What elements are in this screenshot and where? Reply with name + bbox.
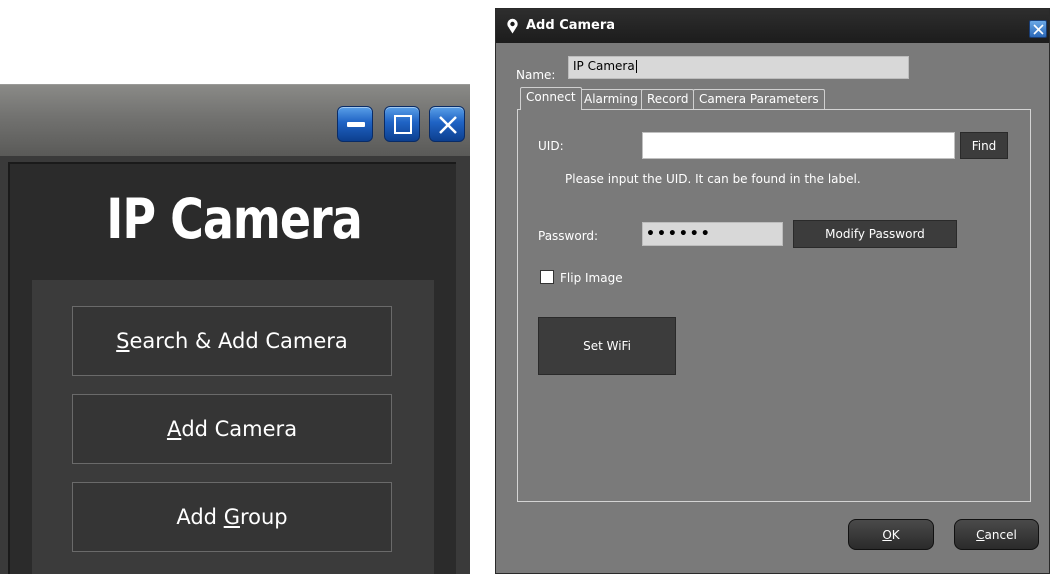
add-group-button[interactable]: Add Group <box>72 482 392 552</box>
password-label: Password: <box>538 229 599 243</box>
flip-image-checkbox[interactable] <box>540 270 554 284</box>
button-mnemonic: G <box>223 505 240 529</box>
uid-hint: Please input the UID. It can be found in… <box>565 172 861 186</box>
text-caret <box>635 60 637 73</box>
search-add-camera-button[interactable]: Search & Add Camera <box>72 306 392 376</box>
maximize-button[interactable] <box>384 106 420 142</box>
uid-input[interactable] <box>642 132 955 159</box>
dialog-title: Add Camera <box>526 18 616 33</box>
add-camera-dialog: Add Camera Name: IP Camera Connect Alarm… <box>495 8 1050 574</box>
main-button-panel: Search & Add Camera Add Camera Add Group <box>32 280 434 574</box>
button-mnemonic: S <box>116 329 130 353</box>
button-mnemonic: O <box>882 527 892 542</box>
button-label-suffix: ancel <box>984 527 1017 542</box>
cancel-button[interactable]: Cancel <box>954 519 1039 550</box>
close-button[interactable] <box>429 106 465 142</box>
location-pin-icon <box>507 18 518 34</box>
connect-tab-panel: UID: Find Please input the UID. It can b… <box>517 109 1031 502</box>
find-button[interactable]: Find <box>960 132 1008 159</box>
maximize-icon <box>394 115 412 134</box>
button-label-prefix: Add <box>176 505 224 529</box>
tab-alarming[interactable]: Alarming <box>578 89 644 109</box>
add-camera-button[interactable]: Add Camera <box>72 394 392 464</box>
screenshot-stage: IP Camera Search & Add Camera Add Camera… <box>0 0 1053 574</box>
button-label-suffix: roup <box>239 505 288 529</box>
ok-button[interactable]: OK <box>848 519 934 550</box>
button-label-suffix: earch & Add Camera <box>129 329 348 353</box>
main-window: IP Camera Search & Add Camera Add Camera… <box>0 84 470 574</box>
dialog-close-button[interactable] <box>1029 20 1047 38</box>
password-input[interactable]: •••••• <box>642 222 783 246</box>
minimize-button[interactable] <box>337 106 373 142</box>
name-label: Name: <box>516 68 556 82</box>
minimize-icon <box>347 122 365 127</box>
tab-record[interactable]: Record <box>641 89 695 109</box>
uid-label: UID: <box>538 139 564 153</box>
main-body: IP Camera Search & Add Camera Add Camera… <box>8 162 456 574</box>
close-icon <box>439 116 457 134</box>
dialog-title-bar[interactable]: Add Camera <box>496 9 1049 43</box>
tab-connect[interactable]: Connect <box>520 87 582 110</box>
set-wifi-button[interactable]: Set WiFi <box>538 317 676 375</box>
main-title-bar[interactable] <box>0 84 470 156</box>
app-title: IP Camera <box>106 186 363 252</box>
button-mnemonic: C <box>976 527 985 542</box>
flip-image-label: Flip Image <box>560 271 623 285</box>
tab-camera-parameters[interactable]: Camera Parameters <box>693 89 825 109</box>
button-mnemonic: A <box>166 417 182 441</box>
button-label-suffix: K <box>891 527 900 542</box>
name-value: IP Camera <box>573 59 635 73</box>
modify-password-button[interactable]: Modify Password <box>793 220 957 248</box>
button-label-suffix: dd Camera <box>181 417 298 441</box>
close-icon <box>1033 24 1044 35</box>
name-input[interactable]: IP Camera <box>568 56 909 79</box>
